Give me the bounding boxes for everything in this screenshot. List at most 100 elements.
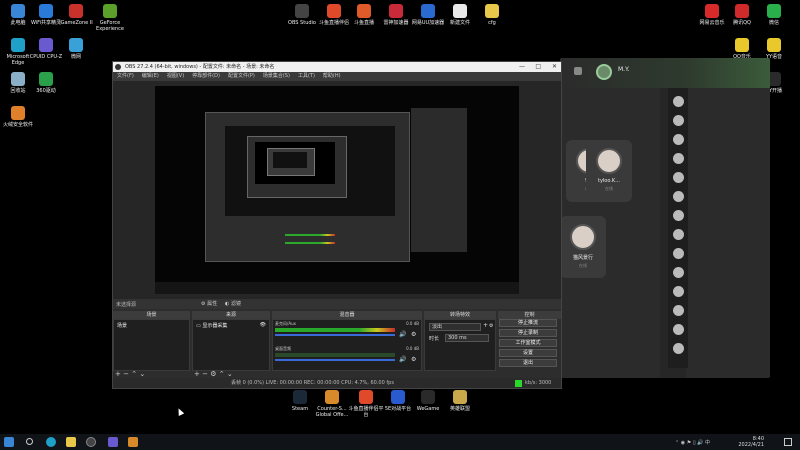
control-button[interactable]: 设置 [499,349,557,357]
desktop-shortcut[interactable]: WeGame [410,390,446,412]
add-scene-button[interactable]: + [115,370,121,378]
obs-window[interactable]: OBS 27.2.4 (64-bit, windows) - 配置文件: 未命名… [112,61,562,389]
desktop-shortcut[interactable]: Counter-S... Global Offe... [314,390,350,418]
app-icon [325,390,339,404]
speaker-icon[interactable]: 🔊 [399,331,406,338]
desktop-shortcut[interactable]: 火绒安全软件 [0,106,36,128]
friend-card[interactable]: 猫风景行 在线 [560,216,606,278]
app-icon [39,72,53,86]
desktop-shortcut[interactable]: iGameZone II [58,4,94,26]
notification-icon[interactable] [784,438,792,446]
contact-avatar[interactable] [672,343,684,354]
visibility-icon[interactable]: 👁 [260,322,266,328]
desktop-shortcut[interactable]: 斗鱼直播伴侣平台 [348,390,384,418]
desktop-shortcut[interactable]: 新建文件 [442,4,478,26]
contact-avatar[interactable] [672,172,684,183]
contact-avatar[interactable] [672,229,684,240]
desktop-shortcut[interactable]: cfg [474,4,510,26]
menu-item[interactable]: 文件(F) [117,73,134,79]
contact-avatar[interactable] [672,134,684,145]
control-button[interactable]: 停止录制 [499,329,557,337]
transition-settings-icon[interactable]: ⚙ [489,323,493,329]
control-button[interactable]: 工作室模式 [499,339,557,347]
desktop-shortcut[interactable]: QQ音乐 [724,38,760,60]
contact-avatar[interactable] [672,210,684,221]
nested-mixer-bar [285,242,335,244]
add-source-button[interactable]: + [194,370,200,378]
filters-button[interactable]: ◐ 滤镜 [225,300,241,307]
duration-input[interactable]: 300 ms [445,334,489,342]
contact-avatar[interactable] [672,191,684,202]
desktop-shortcut[interactable]: 微信 [756,4,792,26]
edge-icon[interactable] [46,437,56,447]
scenes-list[interactable]: 场景 [113,319,190,371]
menu-item[interactable]: 配置文件(P) [228,73,255,79]
contact-avatar[interactable] [672,267,684,278]
desktop-shortcut[interactable]: OBS Studio [284,4,320,26]
close-icon[interactable]: ✕ [552,62,557,72]
system-tray[interactable]: ⌃ ◉ ⚑ ▯ 🔊 中 [675,439,710,446]
properties-button[interactable]: ⚙ 属性 [201,300,217,307]
move-up-icon[interactable]: ⌃ [219,370,225,378]
app-icon [359,390,373,404]
remove-source-button[interactable]: − [202,370,208,378]
desktop-shortcut[interactable]: YY语音 [756,38,792,60]
mixer-settings-icon[interactable]: ⚙ [411,356,416,363]
move-up-icon[interactable]: ⌃ [131,370,137,378]
avatar[interactable] [596,64,612,80]
menu-item[interactable]: 帮助(H) [323,73,341,79]
desktop-shortcut[interactable]: 斗鱼直播 [346,4,382,26]
source-settings-icon[interactable]: ⚙ [210,370,216,378]
add-transition-button[interactable]: + [483,322,488,329]
menu-item[interactable]: 场景集合(S) [263,73,290,79]
transition-select[interactable]: 淡出 [429,323,481,331]
remove-scene-button[interactable]: − [123,370,129,378]
menu-item[interactable]: 视图(V) [167,73,184,79]
desktop-shortcut[interactable]: 网易UU加速器 [410,4,446,26]
notification-icon[interactable] [574,67,582,75]
contact-avatar[interactable] [672,305,684,316]
desktop-shortcut[interactable]: GeForce Experience [92,4,128,32]
volume-slider[interactable] [275,334,395,336]
contact-avatar[interactable] [672,115,684,126]
control-button[interactable]: 停止推流 [499,319,557,327]
file-explorer-icon[interactable] [66,437,76,447]
menu-item[interactable]: 编辑(E) [142,73,159,79]
desktop-shortcut[interactable]: 微网 [58,38,94,60]
app-icon [295,4,309,18]
menu-item[interactable]: 停靠部件(D) [192,73,220,79]
preview-area[interactable] [113,81,561,299]
window-titlebar[interactable]: OBS 27.2.4 (64-bit, windows) - 配置文件: 未命名… [113,62,561,72]
scene-item[interactable]: 场景 [114,320,189,331]
sources-list[interactable]: ▭ 显示器采集 👁 [192,319,270,371]
control-button[interactable]: 退出 [499,359,557,367]
desktop-shortcut[interactable]: 腾讯QQ [724,4,760,26]
clock[interactable]: 8:40 2022/4/21 [738,436,764,448]
obs-taskbar-icon[interactable] [86,437,96,447]
mixer-track-label: 桌面音频 [275,346,291,351]
move-down-icon[interactable]: ⌄ [227,370,233,378]
minimize-icon[interactable]: — [519,62,525,72]
friend-card[interactable]: tyloo.K... 在线 [586,140,632,202]
app-taskbar-icon[interactable] [108,437,118,447]
menu-item[interactable]: 工具(T) [298,73,315,79]
desktop-shortcut[interactable]: 英雄联盟 [442,390,478,412]
contact-avatar[interactable] [672,324,684,335]
maximize-icon[interactable]: □ [535,62,541,72]
contact-avatar[interactable] [672,286,684,297]
game-taskbar-icon[interactable] [128,437,138,447]
move-down-icon[interactable]: ⌄ [139,370,145,378]
contact-avatar[interactable] [672,153,684,164]
mixer-settings-icon[interactable]: ⚙ [411,331,416,338]
source-item[interactable]: ▭ 显示器采集 👁 [193,320,269,331]
speaker-icon[interactable]: 🔊 [399,356,406,363]
preview-canvas[interactable] [155,86,519,294]
desktop-shortcut[interactable]: 360驱动 [28,72,64,94]
contact-avatar[interactable] [672,96,684,107]
contact-avatar[interactable] [672,248,684,259]
volume-slider[interactable] [275,359,395,361]
desktop-shortcut[interactable]: Steam [282,390,318,412]
start-button[interactable] [4,437,14,447]
search-icon[interactable] [26,438,33,445]
desktop-shortcut[interactable]: 雷神加速器 [378,4,414,26]
